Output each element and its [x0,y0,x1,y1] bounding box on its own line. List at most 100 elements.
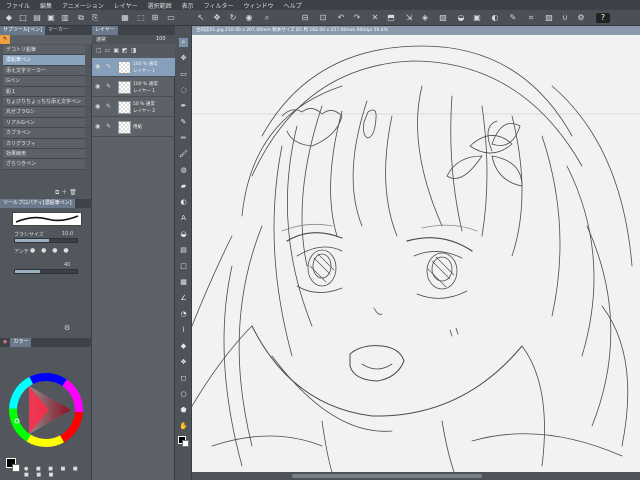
redo-icon[interactable]: ↷ [352,13,362,23]
cursor-icon[interactable]: ↖ [196,13,206,23]
save-icon[interactable]: ▣ [46,13,56,23]
brush-item[interactable]: 効果線用 [3,148,85,160]
line-fix-tool-icon[interactable]: ⌇ [179,326,188,335]
menu-item[interactable]: ファイル [6,1,30,10]
menu-item[interactable]: 編集 [40,1,52,10]
paste-icon[interactable]: ⎘ [90,13,100,23]
blend-icon[interactable]: ◐ [490,13,500,23]
pen-tool-icon[interactable]: ✎ [179,118,188,127]
layer-icon[interactable]: ▧ [438,13,448,23]
horizontal-scrollbar[interactable] [192,472,640,480]
menu-item[interactable]: 表示 [182,1,194,10]
anti-alias-options[interactable]: ● ● ● ● [30,247,71,254]
new-layer-icon[interactable]: ▢ [96,47,105,54]
scrollbar-thumb[interactable] [292,474,482,478]
fill-tool-icon[interactable]: ◒ [179,230,188,239]
select-tool-icon[interactable]: ▭ [179,70,188,79]
color-icon[interactable]: ▨ [544,13,554,23]
grid-icon[interactable]: ▦ [120,13,130,23]
color-wheel[interactable] [7,371,85,449]
expand-icon[interactable]: ⇲ [404,13,414,23]
brush-item[interactable]: カブラペン [3,128,85,139]
settings-wheel-icon[interactable]: ⚙ [64,324,70,332]
fullscreen-icon[interactable]: ⬚ [136,13,146,23]
settings-icon[interactable]: ⚙ [576,13,586,23]
tool-sub-color[interactable] [182,440,189,447]
brush-item[interactable]: リアルGペン [3,117,85,129]
copy-subtool-icon[interactable]: ⧉ [55,189,59,196]
airbrush-tool-icon[interactable]: ◍ [179,166,188,175]
brush-item[interactable]: 濃鉛筆ペン [3,55,85,66]
tab-pen-group[interactable]: ✎ [0,35,11,44]
zoom-tool-icon[interactable]: ⌕ [179,38,188,47]
magnet-icon[interactable]: ∪ [560,13,570,23]
hand-icon[interactable]: ✥ [212,13,222,23]
zoom-icon[interactable]: ⌕ [262,13,272,23]
aa-slider[interactable] [14,269,78,274]
menu-item[interactable]: ヘルプ [284,1,302,10]
brush-item[interactable]: デコトリ鉛筆 [3,45,85,56]
gradient-tool-icon[interactable]: ▤ [179,246,188,255]
new-file-icon[interactable]: □ [18,13,28,23]
layer-opacity[interactable]: 100 [156,36,166,42]
tab-color[interactable]: カラー [10,338,32,347]
layer-row[interactable]: ◉ ✎ 100 % 通常 レイヤー 1 [92,58,175,77]
eye-icon[interactable]: ◉ [95,64,101,70]
crop-icon[interactable]: ⌗ [526,13,536,23]
brush-item[interactable]: 丸ゼブラGシ [3,107,85,118]
menu-item[interactable]: レイヤー [114,1,138,10]
undo-icon[interactable]: ↶ [336,13,346,23]
mask-icon[interactable]: ◨ [131,47,140,54]
layer-row[interactable]: ◉ ✎ 50 % 通常 レイヤー 2 [92,98,175,117]
pencil-tool-icon[interactable]: ✏ [179,134,188,143]
eyedropper-tool-icon[interactable]: ✒ [179,102,188,111]
brush-item[interactable]: ちょびりちょっちな添え文字ペン [3,96,85,108]
fill-icon[interactable]: ◈ [420,13,430,23]
tab-tool-property[interactable]: ツールプロパティ[濃鉛筆ペン] [0,199,75,208]
stamp-icon[interactable]: ▣ [472,13,482,23]
clip-icon[interactable]: ◩ [122,47,131,54]
tab-layer[interactable]: レイヤー [92,26,118,35]
menu-item[interactable]: フィルター [204,1,234,10]
transform-icon[interactable]: ⬒ [386,13,396,23]
blend-tool-icon[interactable]: ◐ [179,198,188,207]
balloon-tool-icon[interactable]: ◔ [179,310,188,319]
snap-icon[interactable]: ⊞ [150,13,160,23]
figure-tool-icon[interactable]: □ [179,262,188,271]
drawing-canvas[interactable] [192,26,640,472]
text-tool-icon[interactable]: A [179,214,188,223]
blend-mode[interactable]: 通常 [96,36,106,43]
eye-icon[interactable]: ◉ [244,13,254,23]
eraser-tool-icon[interactable]: ▰ [179,182,188,191]
selection-icon[interactable]: ⊡ [318,13,328,23]
add-subtool-icon[interactable]: ＋ [61,189,67,196]
menu-item[interactable]: アニメーション [62,1,104,10]
menu-item[interactable]: ウィンドウ [244,1,274,10]
paint-icon[interactable]: ◒ [456,13,466,23]
layer-row[interactable]: ◉ ✎ 用紙 [92,118,175,137]
layer-row[interactable]: ◉ ✎ 100 % 通常 レイヤー 1 [92,78,175,97]
brush-item[interactable]: 添え文字マーカー [3,65,85,77]
correct-tool-icon[interactable]: ◆ [179,342,188,351]
brush-item[interactable]: Gペン [3,76,85,87]
open-file-icon[interactable]: ▤ [32,13,42,23]
hand-tool-icon[interactable]: ✋ [179,422,188,431]
tab-marker[interactable]: マーカー [45,26,71,35]
eye-icon[interactable]: ◉ [95,124,101,130]
help-icon[interactable]: ? [596,13,610,23]
app-icon[interactable]: ◆ [4,13,14,23]
copy-icon[interactable]: ⧉ [76,13,86,23]
rotate-icon[interactable]: ↻ [228,13,238,23]
shape-tool-icon[interactable]: ◻ [179,374,188,383]
frame-tool-icon[interactable]: ▦ [179,278,188,287]
brush-size-slider[interactable] [14,238,78,243]
3d-tool-icon[interactable]: ⬟ [179,406,188,415]
brush-item[interactable]: ざらつきペン [3,159,85,170]
brush-icon[interactable]: ✎ [508,13,518,23]
lock-icon[interactable]: ▣ [113,47,122,54]
menu-item[interactable]: 選択範囲 [148,1,172,10]
sub-color-swatch[interactable] [12,464,20,472]
eye-icon[interactable]: ◉ [95,84,101,90]
decoration-tool-icon[interactable]: ❖ [179,358,188,367]
brush-tool-icon[interactable]: 🖌 [179,150,188,159]
